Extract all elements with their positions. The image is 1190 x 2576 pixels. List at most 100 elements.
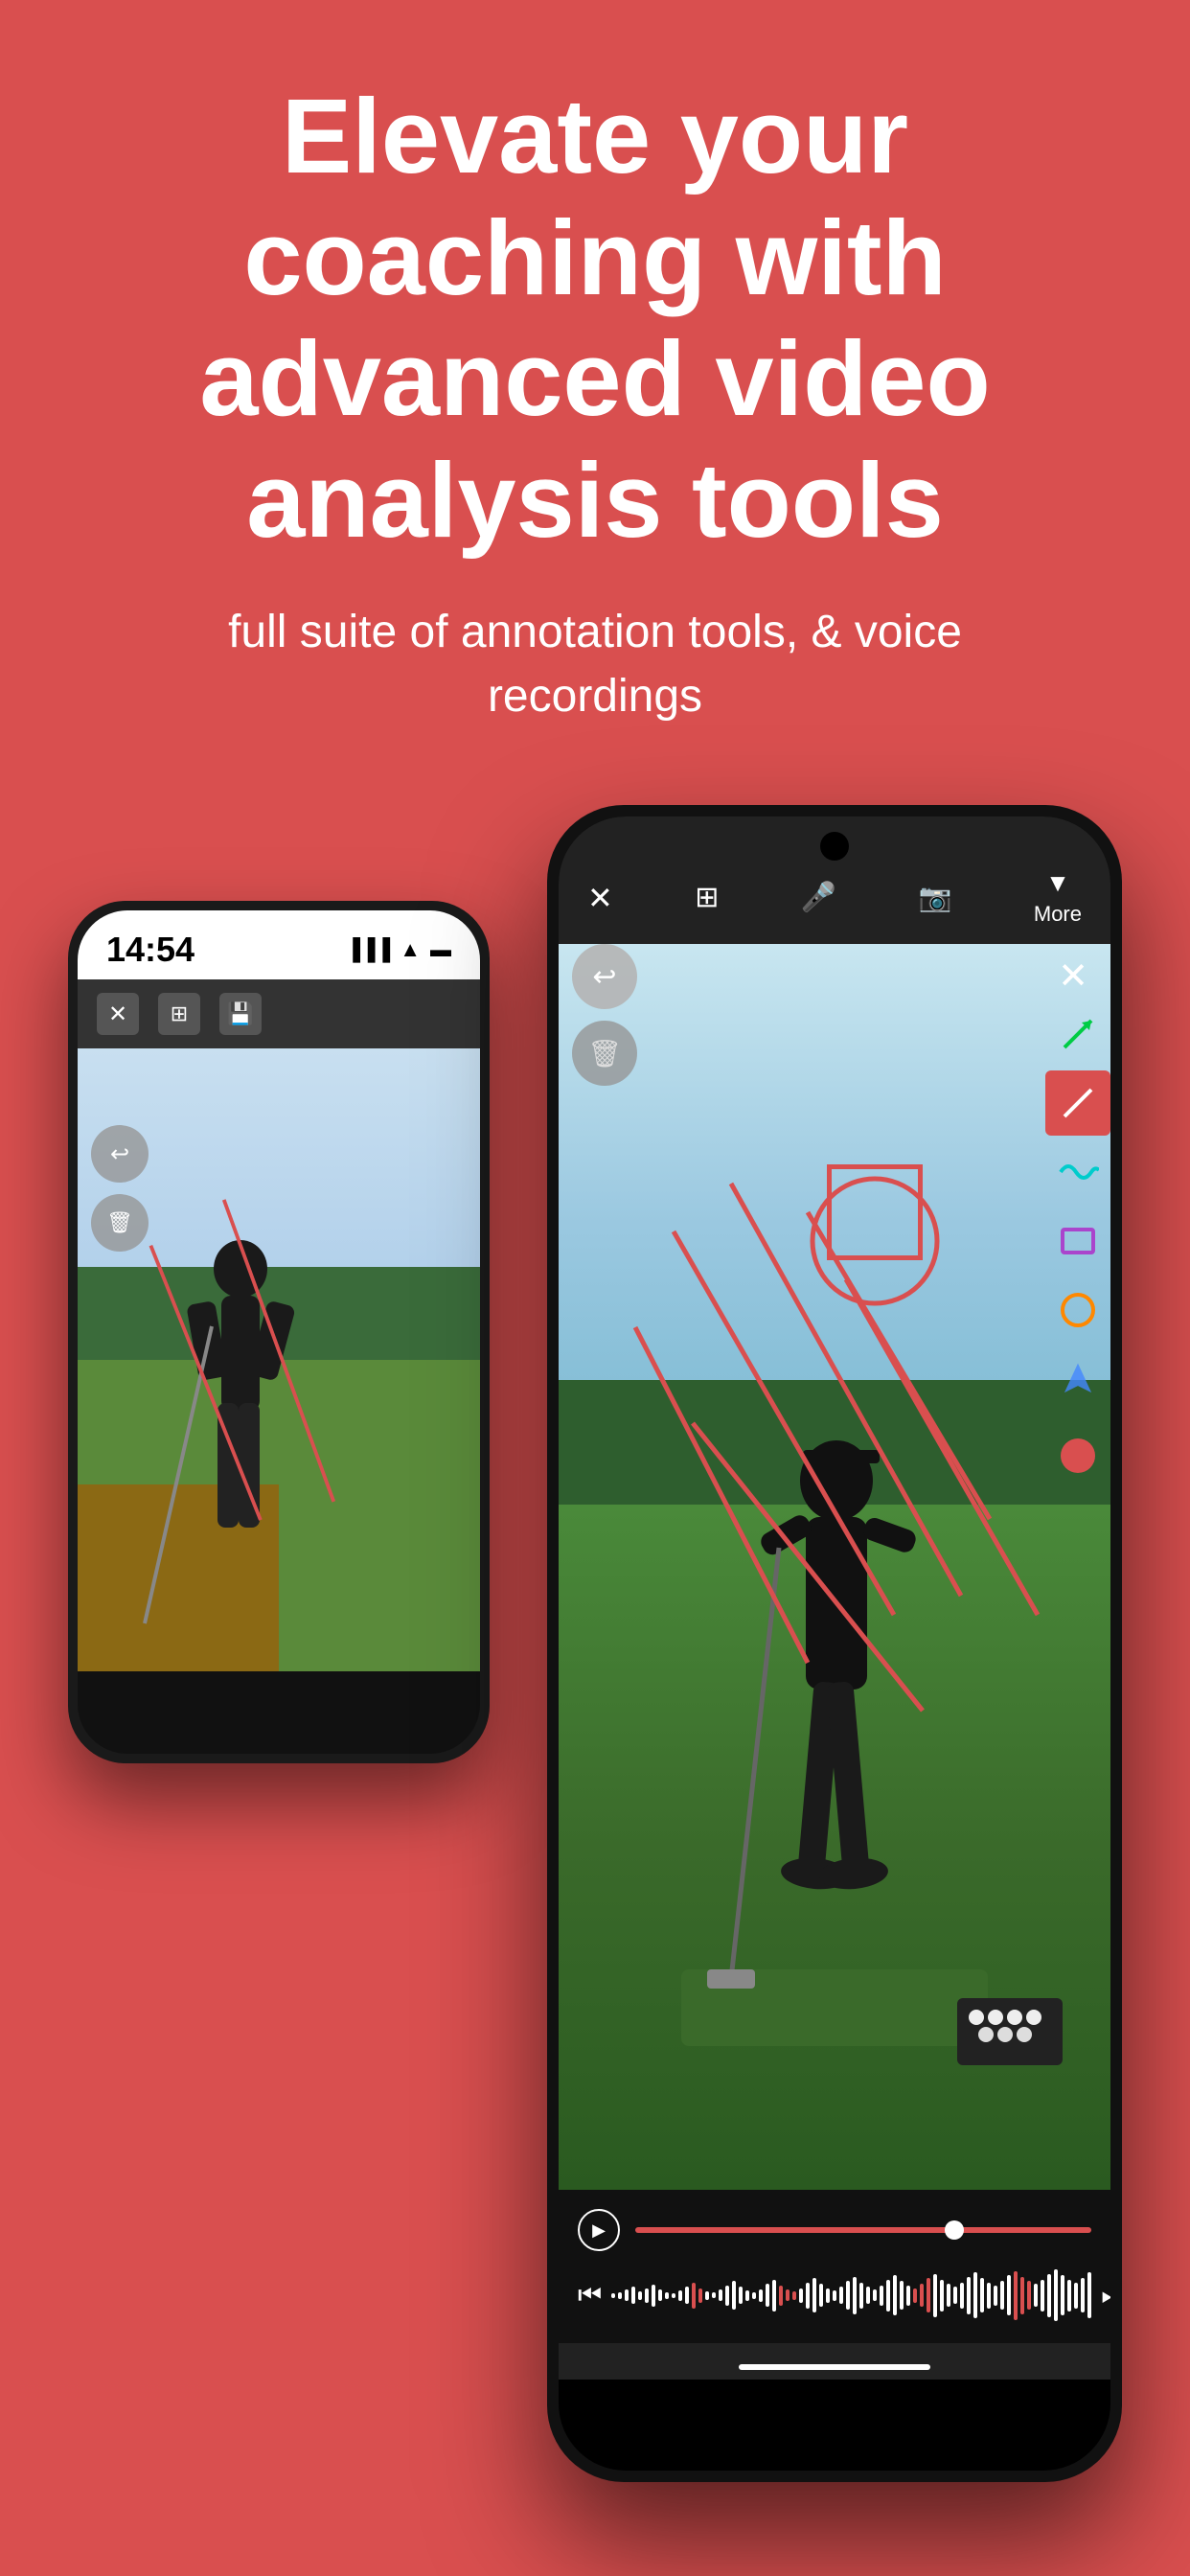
waveform-bar-15 xyxy=(712,2292,716,2298)
waveform-bar-20 xyxy=(745,2290,749,2301)
waveform-bar-67 xyxy=(1061,2275,1064,2315)
camera-icon: 📷 xyxy=(919,882,952,913)
back-undo-button[interactable]: ↩ xyxy=(91,1125,149,1183)
waveform-bar-11 xyxy=(685,2287,689,2304)
squiggle-teal-icon xyxy=(1057,1151,1099,1193)
circle-orange-icon xyxy=(1057,1289,1099,1331)
waveform-bar-65 xyxy=(1047,2274,1051,2317)
back-phone-toolbar: ✕ ⊞ 💾 xyxy=(78,979,480,1048)
line-red-icon xyxy=(1057,1082,1099,1124)
signal-icon: ▐▐▐ xyxy=(345,937,390,962)
back-close-button[interactable]: ✕ xyxy=(97,993,139,1035)
waveform-bar-59 xyxy=(1007,2275,1011,2315)
waveform-bar-21 xyxy=(752,2292,756,2300)
more-chevron-icon: ▼ xyxy=(1045,868,1070,898)
waveform-bar-48 xyxy=(933,2274,937,2317)
progress-indicator[interactable] xyxy=(945,2220,964,2240)
waveform-bar-32 xyxy=(826,2288,830,2303)
annotation-tools-panel xyxy=(1045,1001,1110,1492)
waveform-bar-61 xyxy=(1020,2277,1024,2314)
waveform-bar-2 xyxy=(625,2289,629,2301)
split-icon: ⊞ xyxy=(171,1001,188,1026)
waveform-bar-18 xyxy=(732,2281,736,2310)
waveform-bar-6 xyxy=(652,2285,655,2307)
front-close-button[interactable]: ✕ xyxy=(587,876,613,916)
back-save-button[interactable]: 💾 xyxy=(219,993,262,1035)
hero-subtitle: full suite of annotation tools, & voice … xyxy=(0,600,1190,728)
front-camera-button[interactable]: 📷 xyxy=(919,878,952,913)
waveform-bar-9 xyxy=(672,2293,675,2298)
waveform-bar-30 xyxy=(812,2278,816,2312)
waveform-bar-66 xyxy=(1054,2269,1058,2321)
fill-tool-button[interactable] xyxy=(1045,1346,1110,1412)
front-delete-button[interactable]: 🗑 xyxy=(572,1021,637,1086)
line-tool-button[interactable] xyxy=(1045,1070,1110,1136)
waveform-bar-25 xyxy=(779,2286,783,2306)
undo-icon: ↩ xyxy=(110,1140,129,1168)
progress-bar[interactable] xyxy=(635,2227,1091,2233)
record-button[interactable] xyxy=(1045,1423,1110,1488)
waveform-bar-55 xyxy=(980,2278,984,2312)
close-icon: ✕ xyxy=(108,1000,127,1028)
arrow-tool-button[interactable] xyxy=(1045,1001,1110,1067)
waveform-bar-70 xyxy=(1081,2278,1085,2312)
waveform-bar-44 xyxy=(906,2286,910,2306)
phone-back-status-bar: 14:54 ▐▐▐ ▲ ▬ xyxy=(78,910,480,979)
golfer-silhouette-front xyxy=(693,1385,980,2056)
waveform-bar-10 xyxy=(678,2290,682,2301)
waveform-bar-14 xyxy=(705,2291,709,2300)
battery-icon: ▬ xyxy=(430,937,451,962)
record-red-icon xyxy=(1057,1435,1099,1477)
waveform-bar-69 xyxy=(1074,2283,1078,2309)
front-phone-video-area: ↩ 🗑 ✕ xyxy=(559,944,1110,2190)
waveform-bar-53 xyxy=(967,2277,971,2314)
waveform-bar-49 xyxy=(940,2280,944,2312)
hero-title: Elevate your coaching with advanced vide… xyxy=(0,77,1190,562)
front-undo-button[interactable]: ↩ xyxy=(572,944,637,1009)
phone-front: ✕ ⊞ 🎤 📷 ▼ More xyxy=(547,805,1122,2482)
video-controls: ▶ ⏮ ⏭ xyxy=(559,2190,1110,2343)
waveform-bar-51 xyxy=(953,2287,957,2304)
waveform-bar-24 xyxy=(772,2280,776,2312)
waveform-bar-71 xyxy=(1087,2272,1091,2318)
waveform-bar-4 xyxy=(638,2291,642,2300)
circle-tool-button[interactable] xyxy=(1045,1277,1110,1343)
front-mic-button[interactable]: 🎤 xyxy=(801,877,836,914)
waveform-bar-36 xyxy=(853,2277,857,2314)
waveform-bar-22 xyxy=(759,2289,763,2303)
wifi-icon: ▲ xyxy=(400,937,421,962)
waveform-bar-13 xyxy=(698,2288,702,2303)
waveform-bar-38 xyxy=(866,2287,870,2304)
waveform-bar-50 xyxy=(947,2284,950,2307)
waveform-bar-45 xyxy=(913,2288,917,2303)
phone-back-screen: 14:54 ▐▐▐ ▲ ▬ ✕ ⊞ 💾 xyxy=(78,910,480,1754)
front-anno-close[interactable]: ✕ xyxy=(1049,952,1097,1000)
waveform-bar-42 xyxy=(893,2275,897,2315)
trash-icon: 🗑 xyxy=(106,1210,133,1235)
circle-annotation xyxy=(827,1164,923,1260)
waveform-bar-34 xyxy=(839,2287,843,2304)
front-more-button[interactable]: ▼ More xyxy=(1034,864,1082,927)
waveform-bar-17 xyxy=(725,2286,729,2306)
waveform-bar-56 xyxy=(987,2283,991,2309)
phone-back: 14:54 ▐▐▐ ▲ ▬ ✕ ⊞ 💾 xyxy=(68,901,490,1763)
back-split-button[interactable]: ⊞ xyxy=(158,993,200,1035)
timeline-waveform[interactable] xyxy=(611,2266,1091,2324)
play-button[interactable]: ▶ xyxy=(578,2209,620,2251)
split-icon-front: ⊞ xyxy=(695,881,719,914)
waveform-bar-63 xyxy=(1034,2284,1038,2307)
home-indicator-area xyxy=(559,2343,1110,2380)
skip-back-button[interactable]: ⏮ xyxy=(578,2280,602,2312)
front-split-button[interactable]: ⊞ xyxy=(695,877,719,914)
fill-blue-icon xyxy=(1057,1358,1099,1400)
waveform-bar-31 xyxy=(819,2284,823,2307)
skip-forward-button[interactable]: ⏭ xyxy=(1101,2280,1110,2312)
waveform-bar-27 xyxy=(792,2291,796,2300)
front-camera-notch xyxy=(820,832,849,861)
waveform-bar-46 xyxy=(920,2284,924,2307)
waveform-bar-0 xyxy=(611,2293,615,2298)
rectangle-tool-button[interactable] xyxy=(1045,1208,1110,1274)
squiggle-tool-button[interactable] xyxy=(1045,1139,1110,1205)
waveform-bar-5 xyxy=(645,2288,649,2303)
trash-icon-front: 🗑 xyxy=(587,1038,622,1070)
